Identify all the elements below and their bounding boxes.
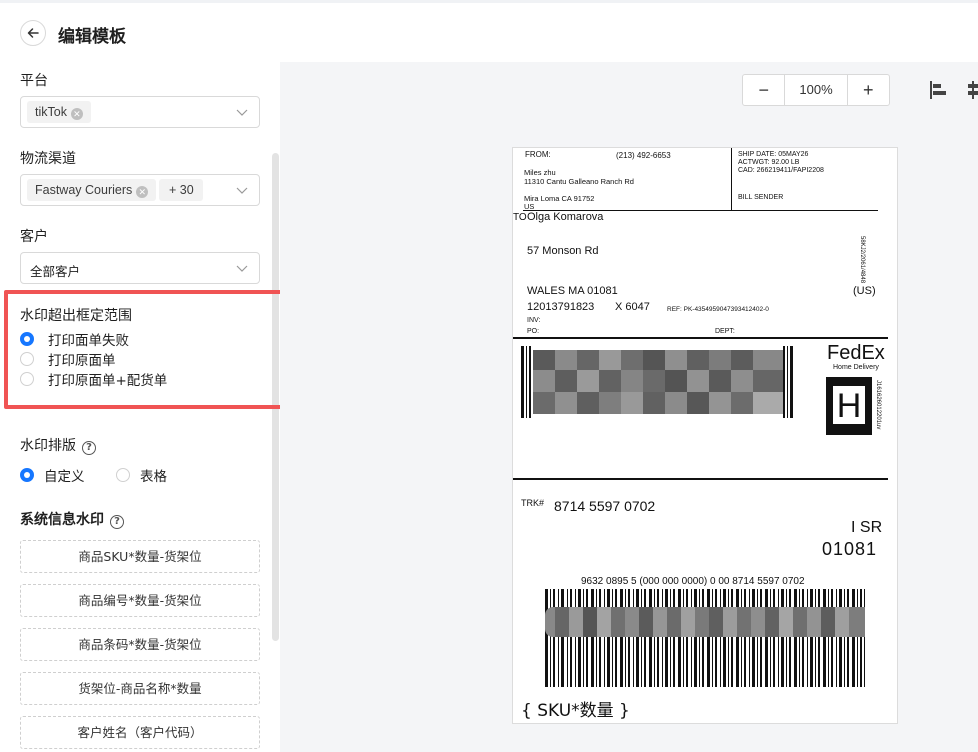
overflow-label: 水印超出框定范围 <box>20 308 132 324</box>
tag-close-icon[interactable]: ✕ <box>136 186 149 198</box>
service-type-box: H <box>826 377 872 435</box>
invoice-label: INV: <box>527 317 541 324</box>
radio-icon[interactable] <box>116 468 130 482</box>
question-icon[interactable]: ? <box>82 441 96 455</box>
service-letter: H <box>832 385 866 425</box>
tracking-barcode <box>545 589 865 687</box>
back-button[interactable] <box>20 20 46 46</box>
dept-label: DEPT: <box>715 328 735 335</box>
tracking-label: TRK# <box>521 498 545 508</box>
fedex-logo: FedEx <box>827 342 885 364</box>
align-center-icon[interactable] <box>968 80 978 100</box>
shipping-label-preview[interactable]: FROM: (213) 492-6653 Miles zhu 11310 Can… <box>512 147 898 724</box>
platform-tag: tikTok ✕ <box>27 101 91 123</box>
radio-checked-icon[interactable] <box>20 468 34 482</box>
ship-date: SHIP DATE: 05MAY26 <box>738 151 809 158</box>
recipient-city: WALES MA 01081 <box>527 285 618 297</box>
customer-value: 全部客户 <box>30 264 81 279</box>
arrow-left-icon <box>27 28 39 38</box>
tracking-number: 8714 5597 0702 <box>554 498 656 514</box>
routing-barcode <box>521 346 793 418</box>
watermark-code-button[interactable]: 商品编号*数量-货架位 <box>20 584 260 617</box>
actual-weight: ACTWGT: 92.00 LB <box>738 159 800 166</box>
from-city: Mira Loma CA 91752 <box>524 194 595 203</box>
watermark-barcode-button[interactable]: 商品条码*数量-货架位 <box>20 628 260 661</box>
po-label: PO: <box>527 328 540 335</box>
question-icon[interactable]: ? <box>110 515 124 529</box>
watermark-customer-button[interactable]: 客户姓名（客户代码） <box>20 716 260 749</box>
more-tags-badge: + 30 <box>159 179 203 201</box>
overflow-option-original[interactable]: 打印原面单 <box>20 349 116 369</box>
zoom-control: − 100% + <box>742 74 890 106</box>
phone-extension: X 6047 <box>615 301 650 313</box>
channel-select[interactable]: Fastway Couriers ✕ + 30 <box>20 174 260 206</box>
from-address: 11310 Cantu Galleano Ranch Rd <box>524 177 634 186</box>
recipient-phone: 12013791823 <box>527 301 595 313</box>
watermark-location-button[interactable]: 货架位-商品名称*数量 <box>20 672 260 705</box>
side-code-2: J161626012201uv <box>875 380 881 430</box>
barcode-number: 9632 0895 5 (000 000 0000) 0 00 8714 559… <box>581 576 805 587</box>
side-code: 58KJ2/2061/4848 <box>859 236 865 284</box>
chevron-down-icon <box>236 187 248 194</box>
radio-checked-icon[interactable] <box>20 332 34 346</box>
to-label: TO <box>513 212 527 223</box>
customer-select[interactable]: 全部客户 <box>20 252 260 284</box>
radio-icon[interactable] <box>20 352 34 366</box>
from-name: Miles zhu <box>524 168 556 177</box>
sku-watermark-placeholder[interactable]: { SKU*数量 } <box>521 696 630 721</box>
channel-tag: Fastway Couriers ✕ <box>27 179 157 201</box>
radio-icon[interactable] <box>20 372 34 386</box>
zoom-in-button[interactable]: + <box>848 75 889 105</box>
zoom-out-button[interactable]: − <box>743 75 784 105</box>
bill-sender: BILL SENDER <box>738 194 784 201</box>
platform-select[interactable]: tikTok ✕ <box>20 96 260 128</box>
layout-label: 水印排版? <box>20 435 96 455</box>
home-delivery: Home Delivery <box>833 364 879 371</box>
align-left-icon[interactable] <box>929 80 947 100</box>
recipient-country: (US) <box>853 285 876 297</box>
top-bar: 编辑模板 <box>0 0 978 62</box>
platform-label: 平台 <box>20 73 48 89</box>
from-phone: (213) 492-6653 <box>616 151 671 160</box>
zoom-level: 100% <box>784 75 848 105</box>
layout-option-table[interactable]: 表格 <box>116 465 167 485</box>
destination-zip: 01081 <box>822 539 878 559</box>
recipient-name: Olga Komarova <box>527 211 604 223</box>
from-label: FROM: <box>525 150 551 159</box>
page-title: 编辑模板 <box>58 27 126 47</box>
reference-number: REF: PK-4354959047393412402-0 <box>667 306 769 313</box>
cad-number: CAD: 266219411/FAPI2208 <box>738 167 824 174</box>
tag-close-icon[interactable]: ✕ <box>70 108 83 120</box>
system-watermark-label: 系统信息水印? <box>20 509 124 529</box>
watermark-sku-button[interactable]: 商品SKU*数量-货架位 <box>20 540 260 573</box>
chevron-down-icon <box>236 109 248 116</box>
recipient-address: 57 Monson Rd <box>527 245 599 257</box>
overflow-option-fail[interactable]: 打印面单失败 <box>20 329 129 349</box>
channel-label: 物流渠道 <box>20 151 76 167</box>
overflow-option-original-picklist[interactable]: 打印原面单+配货单 <box>20 369 167 389</box>
layout-option-custom[interactable]: 自定义 <box>20 465 85 485</box>
service-code: I SR <box>851 519 883 536</box>
chevron-down-icon <box>236 265 248 272</box>
customer-label: 客户 <box>20 229 48 245</box>
